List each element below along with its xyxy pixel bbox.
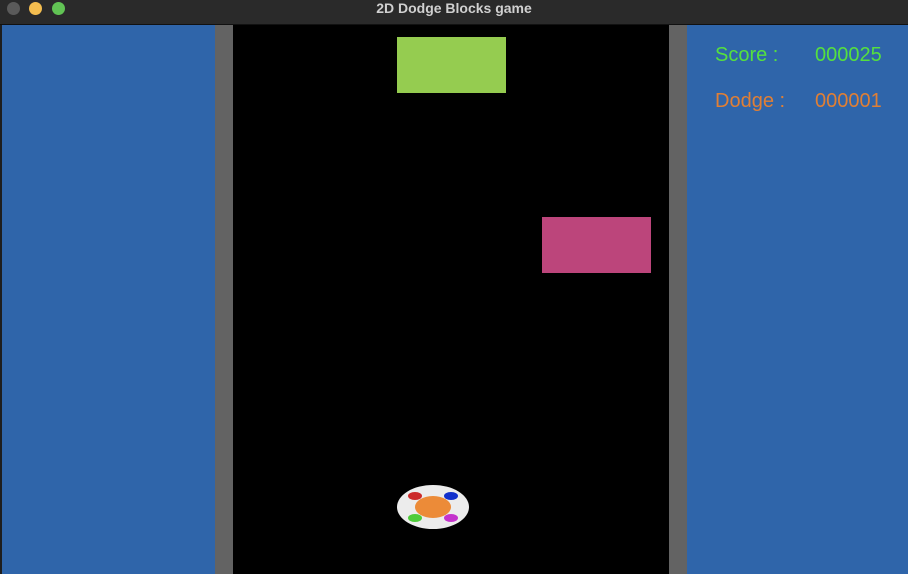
light-purple: [444, 514, 458, 522]
player-core: [415, 496, 451, 518]
player-car[interactable]: [397, 485, 469, 529]
falling-block-pink: [542, 217, 651, 273]
score-value: 000025: [815, 44, 882, 66]
left-road-wall: [215, 25, 233, 574]
falling-block-green: [397, 37, 506, 93]
light-red: [408, 492, 422, 500]
game-canvas[interactable]: Score : 000025 Dodge : 000001: [0, 25, 908, 574]
light-green: [408, 514, 422, 522]
score-label: Score :: [715, 44, 779, 66]
dodge-value: 000001: [815, 90, 882, 112]
window-title: 2D Dodge Blocks game: [376, 0, 532, 16]
right-road-wall: [669, 25, 687, 574]
game-window: 2D Dodge Blocks game Score : 000025 Dodg…: [0, 0, 908, 574]
dodge-label: Dodge :: [715, 90, 786, 112]
left-side-panel: [2, 25, 215, 574]
light-blue: [444, 492, 458, 500]
title-bar: 2D Dodge Blocks game: [0, 0, 908, 25]
